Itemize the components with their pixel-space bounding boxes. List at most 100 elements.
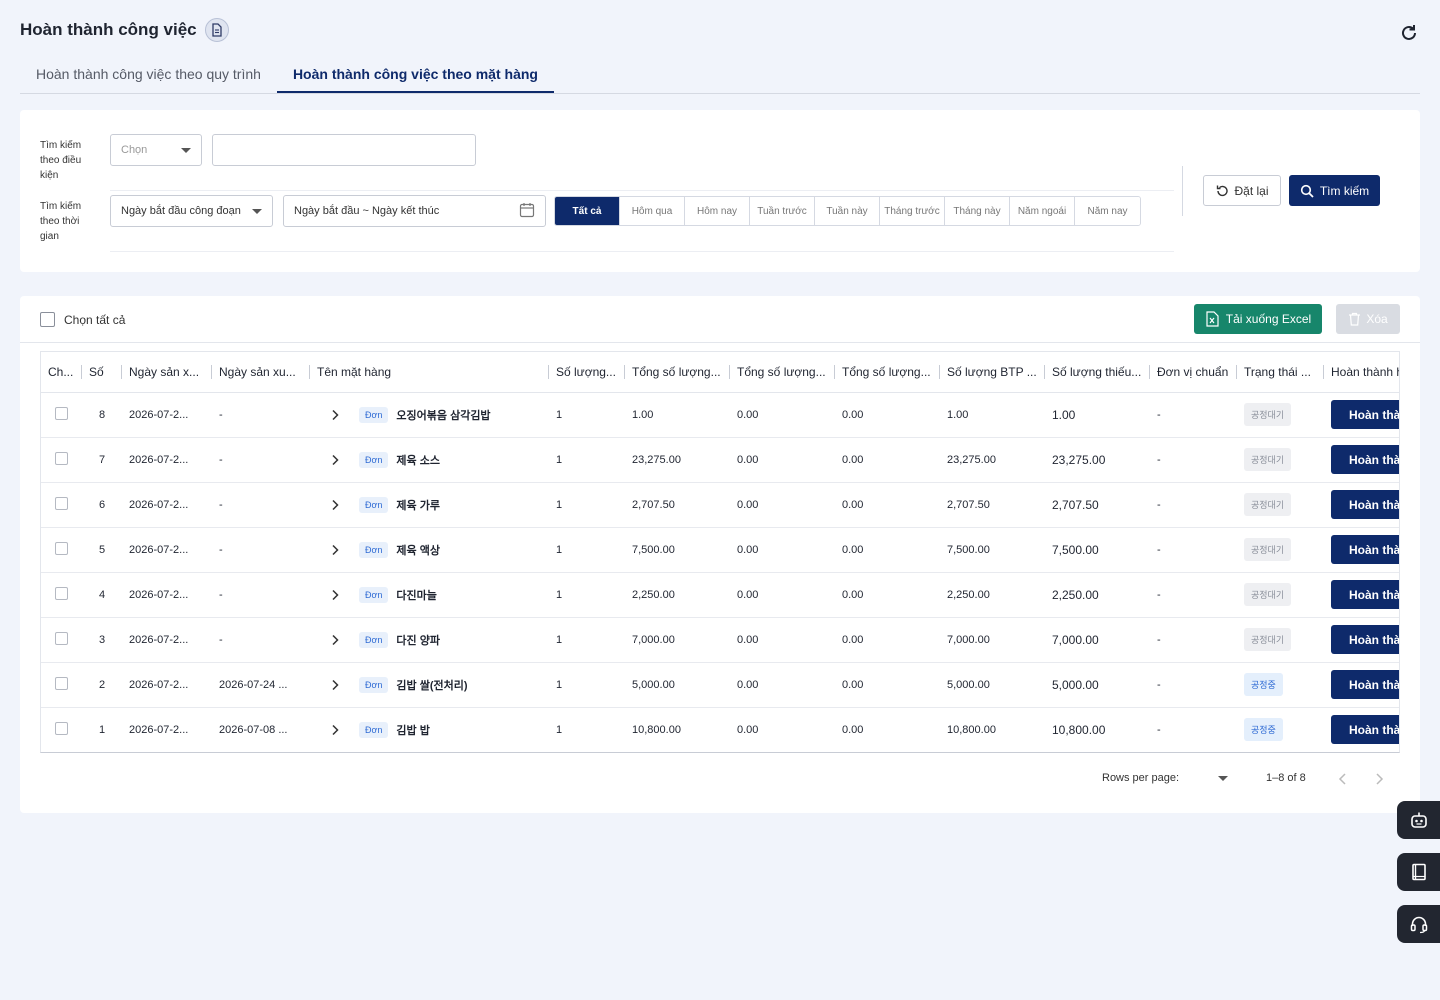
row-production-date-2: - [212,617,310,663]
period-this-month[interactable]: Tháng này [945,197,1010,225]
chevron-right-icon[interactable] [323,544,347,556]
row-checkbox[interactable] [55,406,68,420]
status-badge: 공정대기 [1244,538,1292,561]
row-total-2: 0.00 [730,437,835,483]
time-type-select[interactable]: Ngày bắt đầu công đoạn [110,195,273,227]
row-checkbox[interactable] [55,721,68,735]
table-row[interactable]: 7 2026-07-2... - Đơn 제육 소스 1 23,275.00 0.00 0.00… [41,437,1399,483]
status-badge: 공정대기 [1244,628,1292,651]
select-all-label: Chọn tất cả [64,312,126,327]
chevron-right-icon[interactable] [323,724,347,736]
row-status-cell: 공정대기 [1237,437,1324,483]
download-excel-button[interactable]: Tải xuống Excel [1194,304,1322,334]
chevron-right-icon[interactable] [323,634,347,646]
delete-button[interactable]: Xóa [1336,304,1400,334]
row-unit: - [1150,437,1237,483]
row-status-cell: 공정대기 [1237,617,1324,663]
period-last-week[interactable]: Tuần trước [750,197,815,225]
document-icon[interactable] [204,18,229,42]
row-shortage: 7,000.00 [1045,617,1150,663]
complete-button[interactable]: Hoàn thành [1331,625,1399,654]
column-header-unit[interactable]: Đơn vị chuẩn [1150,352,1237,393]
period-last-year[interactable]: Năm ngoái [1010,197,1075,225]
refresh-icon[interactable] [1398,22,1420,44]
row-shortage: 7,500.00 [1045,527,1150,573]
date-range-input[interactable]: Ngày bắt đầu ~ Ngày kết thúc [283,195,546,227]
column-header-check[interactable]: Ch... [41,352,82,393]
table-row[interactable]: 8 2026-07-2... - Đơn 오징어볶음 삼각김밥 1 1.00 0.00 0.00… [41,392,1399,438]
column-header-complete[interactable]: Hoàn thành h [1324,352,1399,393]
chevron-right-icon[interactable] [323,499,347,511]
complete-button[interactable]: Hoàn thành [1331,580,1399,609]
chevron-right-icon[interactable] [323,589,347,601]
row-status-cell: 공정대기 [1237,527,1324,573]
row-production-date: 2026-07-2... [122,482,212,528]
table-row[interactable]: 1 2026-07-2... 2026-07-08 ... Đơn 김밥 밥 1 10,80… [41,707,1399,752]
table-row[interactable]: 5 2026-07-2... - Đơn 제육 액상 1 7,500.00 0.00 0.00 7… [41,527,1399,573]
period-this-week[interactable]: Tuần này [815,197,880,225]
row-checkbox[interactable] [55,451,68,465]
rows-per-page-select[interactable] [1218,776,1228,781]
row-checkbox-cell [41,392,82,438]
period-today[interactable]: Hôm nay [685,197,750,225]
condition-search-label: Tìm kiếm theo điều kiện [40,140,82,181]
row-checkbox[interactable] [55,496,68,510]
robot-assistant-button[interactable] [1397,801,1440,839]
column-header-production-date-2[interactable]: Ngày sản xu... [212,352,310,393]
row-checkbox[interactable] [55,586,68,600]
condition-search-input[interactable] [212,134,476,166]
period-last-month[interactable]: Tháng trước [880,197,945,225]
complete-button[interactable]: Hoàn thành [1331,715,1399,744]
row-checkbox[interactable] [55,541,68,555]
complete-button[interactable]: Hoàn thành [1331,670,1399,699]
complete-button[interactable]: Hoàn thành [1331,445,1399,474]
table-row[interactable]: 6 2026-07-2... - Đơn 제육 가루 1 2,707.50 0.00 0.00 2… [41,482,1399,528]
column-header-quantity[interactable]: Số lượng... [549,352,625,393]
select-all-checkbox[interactable] [40,312,55,327]
row-number: 3 [82,617,122,663]
order-type-badge: Đơn [359,406,389,423]
column-header-item-name[interactable]: Tên mặt hàng [310,352,549,393]
row-total-2: 0.00 [730,572,835,618]
table-row[interactable]: 4 2026-07-2... - Đơn 다진마늘 1 2,250.00 0.00 0.00 2,… [41,572,1399,618]
complete-button[interactable]: Hoàn thành [1331,535,1399,564]
column-header-shortage[interactable]: Số lượng thiếu... [1045,352,1150,393]
tab-by-item[interactable]: Hoàn thành công việc theo mặt hàng [276,56,554,93]
row-checkbox[interactable] [55,676,68,690]
manual-button[interactable] [1397,853,1440,891]
reset-button[interactable]: Đặt lại [1203,175,1281,206]
column-header-total-3[interactable]: Tổng số lượng... [835,352,940,393]
table-row[interactable]: 3 2026-07-2... - Đơn 다진 양파 1 7,000.00 0.00 0.00 7… [41,617,1399,663]
condition-select[interactable]: Chọn [110,134,202,166]
select-all[interactable]: Chọn tất cả [40,312,125,327]
chevron-right-icon[interactable] [323,679,347,691]
prev-page-icon[interactable] [1337,772,1349,791]
next-page-icon[interactable] [1373,772,1385,791]
period-all[interactable]: Tất cả [555,197,620,225]
period-yesterday[interactable]: Hôm qua [620,197,685,225]
search-button[interactable]: Tìm kiếm [1289,175,1380,206]
table-row[interactable]: 2 2026-07-2... 2026-07-24 ... Đơn 김밥 쌀(전처리) 1… [41,662,1399,708]
row-btp-qty: 7,500.00 [940,527,1045,573]
item-name: 다진 양파 [396,634,440,647]
row-checkbox-cell [41,662,82,708]
complete-button[interactable]: Hoàn thành [1331,400,1399,429]
calendar-icon[interactable] [519,202,535,221]
column-header-production-date[interactable]: Ngày sản x... [122,352,212,393]
complete-button[interactable]: Hoàn thành [1331,490,1399,519]
row-checkbox[interactable] [55,631,68,645]
column-header-total-2[interactable]: Tổng số lượng... [730,352,835,393]
column-header-total-1[interactable]: Tổng số lượng... [625,352,730,393]
column-header-status[interactable]: Trạng thái ... [1237,352,1324,393]
column-header-btp-qty[interactable]: Số lượng BTP ... [940,352,1045,393]
row-number: 2 [82,662,122,708]
column-header-number[interactable]: Số [82,352,122,393]
period-this-year[interactable]: Năm nay [1075,197,1140,225]
row-item-name-cell: Đơn 제육 소스 [310,437,549,483]
chevron-right-icon[interactable] [323,454,347,466]
row-number: 5 [82,527,122,573]
tab-by-process[interactable]: Hoàn thành công việc theo quy trình [20,56,277,93]
row-unit: - [1150,482,1237,528]
support-button[interactable] [1397,905,1440,943]
chevron-right-icon[interactable] [323,409,347,421]
